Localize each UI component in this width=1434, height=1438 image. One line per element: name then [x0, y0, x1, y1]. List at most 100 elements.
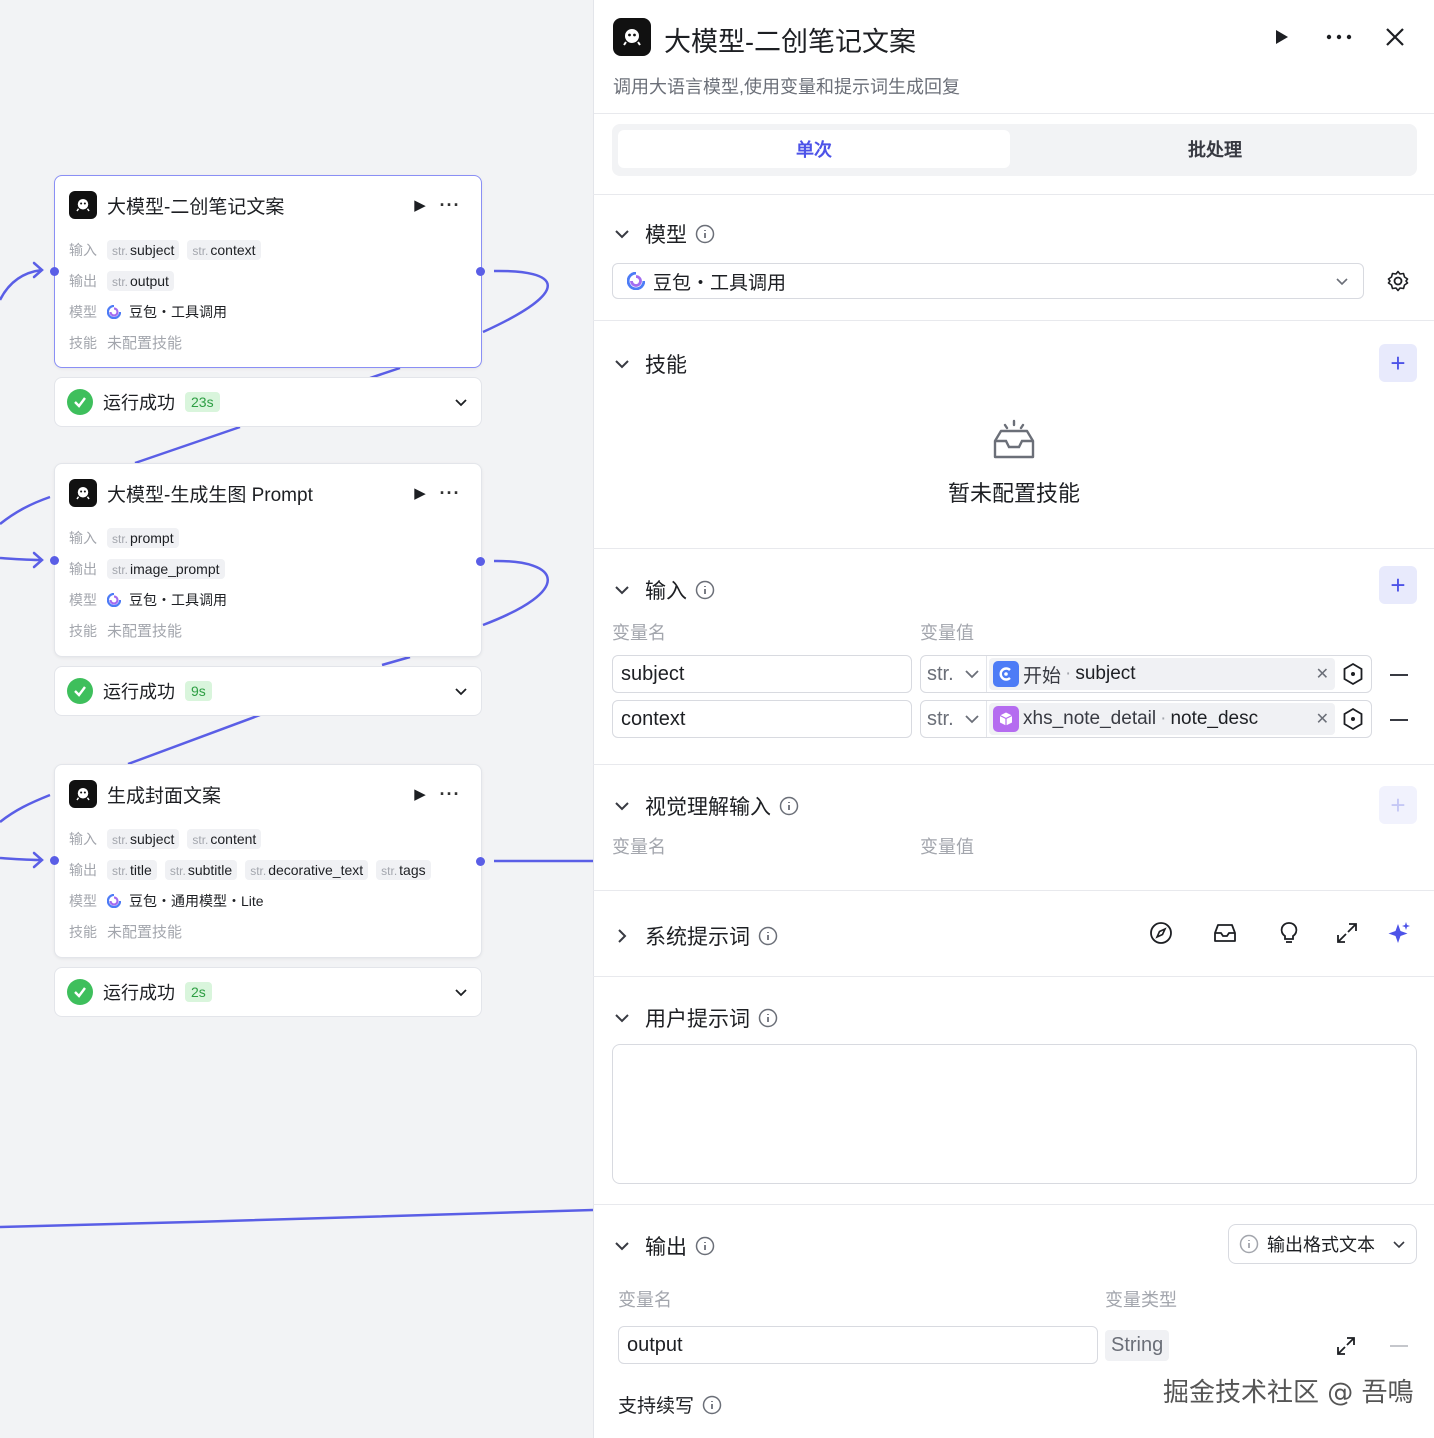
variable-reference[interactable]: xhs_note_detail · note_desc ✕ — [989, 703, 1335, 735]
input-var-name-field[interactable]: context — [612, 700, 912, 738]
clear-icon[interactable]: ✕ — [1316, 709, 1329, 729]
duration-badge: 2s — [185, 982, 212, 1002]
variable-reference[interactable]: 开始 · subject ✕ — [989, 658, 1335, 690]
input-port[interactable] — [50, 856, 59, 865]
column-header-name: 变量名 — [612, 623, 666, 643]
output-type-select[interactable]: String — [1105, 1330, 1170, 1361]
output-tag: str. subtitle — [164, 859, 238, 880]
run-status[interactable]: 运行成功 9s — [54, 666, 482, 716]
info-icon — [1239, 1234, 1259, 1254]
expand-icon[interactable] — [1334, 920, 1360, 946]
output-port[interactable] — [476, 557, 485, 566]
compass-icon[interactable] — [1148, 920, 1174, 946]
play-icon[interactable]: ▶ — [407, 785, 433, 803]
output-tag: str. tags — [376, 859, 431, 880]
clear-icon[interactable]: ✕ — [1316, 664, 1329, 684]
tab-single[interactable]: 单次 — [618, 130, 1010, 168]
node-inputs-row: 输入 str. subject str. content — [55, 823, 481, 854]
more-button[interactable] — [1324, 22, 1354, 52]
section-title: 视觉理解输入 — [645, 796, 771, 819]
add-skill-button[interactable]: + — [1379, 344, 1417, 382]
input-var-name-field[interactable]: subject — [612, 655, 912, 693]
llm-logo-icon — [69, 191, 97, 219]
add-input-button[interactable]: + — [1379, 566, 1417, 604]
more-icon[interactable]: ··· — [433, 195, 467, 216]
edge-into-node-2-left — [0, 495, 51, 525]
llm-logo-icon — [613, 18, 651, 56]
type-select[interactable]: str. — [921, 701, 987, 737]
chevron-down-icon[interactable] — [453, 394, 469, 410]
info-icon — [758, 926, 778, 946]
output-port[interactable] — [476, 857, 485, 866]
section-title: 输出 — [645, 1236, 687, 1259]
chevron-down-icon — [615, 1242, 629, 1251]
play-icon[interactable]: ▶ — [407, 484, 433, 502]
row-label: 技能 — [69, 622, 97, 639]
panel-title[interactable]: 大模型-二创笔记文案 — [664, 20, 916, 59]
workflow-node[interactable]: 大模型-生成生图 Prompt ▶ ··· 输入 str. prompt 输出 s… — [54, 463, 482, 657]
settings-icon[interactable] — [1386, 269, 1410, 293]
status-text: 运行成功 — [103, 393, 175, 413]
run-button[interactable] — [1266, 22, 1296, 52]
expand-icon[interactable] — [1335, 1335, 1357, 1357]
section-title: 技能 — [645, 354, 687, 377]
input-port[interactable] — [50, 267, 59, 276]
model-value: 豆包・工具调用 — [107, 590, 227, 610]
chevron-down-icon — [1336, 278, 1348, 286]
chevron-down-icon[interactable] — [453, 683, 469, 699]
input-port[interactable] — [50, 556, 59, 565]
check-circle-icon — [67, 979, 93, 1005]
section-header[interactable]: 输出 — [613, 1231, 715, 1261]
doubao-icon — [107, 893, 121, 908]
section-header[interactable]: 输入 — [613, 575, 715, 605]
lightbulb-icon[interactable] — [1276, 920, 1302, 946]
tab-batch[interactable]: 批处理 — [1019, 130, 1411, 168]
more-icon[interactable]: ··· — [433, 784, 467, 805]
section-header[interactable]: 视觉理解输入 — [613, 791, 799, 821]
output-format-value: 输出格式文本 — [1267, 1235, 1375, 1255]
input-tag: str. subject — [107, 239, 180, 260]
input-var-value-field[interactable]: str. xhs_note_detail · note_desc ✕ — [920, 700, 1372, 738]
chevron-down-icon[interactable] — [453, 984, 469, 1000]
skill-value: 未配置技能 — [107, 623, 183, 640]
row-label: 输入 — [69, 830, 97, 847]
output-var-name-field[interactable]: output — [618, 1326, 1098, 1364]
play-icon[interactable]: ▶ — [407, 196, 433, 214]
workflow-node[interactable]: 生成封面文案 ▶ ··· 输入 str. subject str. content … — [54, 764, 482, 958]
duration-badge: 23s — [185, 392, 220, 412]
run-status[interactable]: 运行成功 23s — [54, 377, 482, 427]
remove-input-button[interactable] — [1390, 674, 1408, 676]
panel-description[interactable]: 调用大语言模型,使用变量和提示词生成回复 — [613, 73, 960, 99]
remove-input-button[interactable] — [1390, 719, 1408, 721]
model-select[interactable]: 豆包・工具调用 — [612, 263, 1364, 299]
doubao-icon — [107, 304, 121, 319]
prompt-library-icon[interactable] — [1212, 920, 1238, 946]
add-vision-input-button[interactable]: + — [1379, 786, 1417, 824]
chevron-down-icon — [615, 230, 629, 239]
type-select[interactable]: str. — [921, 656, 987, 692]
more-icon[interactable]: ··· — [433, 483, 467, 504]
node-header: 大模型-生成生图 Prompt ▶ ··· — [55, 464, 481, 522]
info-icon — [695, 580, 715, 600]
user-prompt-textarea[interactable] — [612, 1044, 1417, 1184]
run-status[interactable]: 运行成功 2s — [54, 967, 482, 1017]
variable-picker-icon[interactable] — [1341, 662, 1365, 686]
chevron-down-icon — [615, 360, 629, 369]
remove-output-button[interactable] — [1390, 1345, 1408, 1347]
output-format-select[interactable]: 输出格式文本 — [1228, 1224, 1417, 1264]
close-button[interactable] — [1380, 22, 1410, 52]
section-header[interactable]: 模型 — [613, 219, 715, 249]
ai-optimize-icon[interactable] — [1385, 920, 1411, 946]
output-tag: str. decorative_text — [245, 859, 369, 880]
section-header[interactable]: 技能 — [613, 349, 687, 379]
workflow-node[interactable]: 大模型-二创笔记文案 ▶ ··· 输入 str. subject str. cont… — [54, 175, 482, 368]
output-port[interactable] — [476, 267, 485, 276]
variable-picker-icon[interactable] — [1341, 707, 1365, 731]
input-var-value-field[interactable]: str. 开始 · subject ✕ — [920, 655, 1372, 693]
section-title: 系统提示词 — [645, 926, 750, 949]
workflow-canvas[interactable]: 大模型-二创笔记文案 ▶ ··· 输入 str. subject str. cont… — [0, 0, 593, 1438]
section-header[interactable]: 系统提示词 — [613, 921, 778, 951]
row-label: 技能 — [69, 334, 97, 351]
chevron-down-icon — [615, 586, 629, 595]
section-header[interactable]: 用户提示词 — [613, 1003, 778, 1033]
